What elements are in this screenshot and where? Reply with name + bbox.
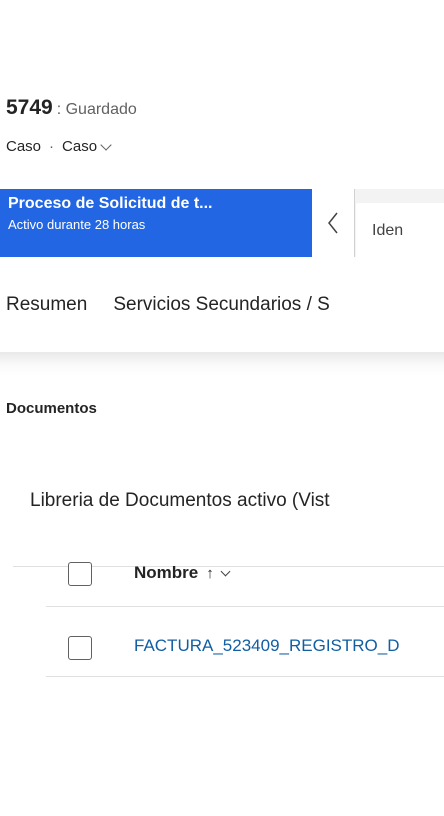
record-id: 5749: [6, 96, 53, 119]
process-stage-next[interactable]: Iden: [356, 203, 444, 257]
active-process-stage[interactable]: Proceso de Solicitud de t... Activo dura…: [0, 189, 312, 257]
section-title: Documentos: [6, 400, 97, 417]
select-all-checkbox[interactable]: [68, 562, 92, 586]
process-back-button[interactable]: [312, 189, 355, 257]
process-stage-duration: Activo durante 28 horas: [8, 217, 146, 232]
form-selector[interactable]: Caso: [62, 138, 112, 155]
tab-resumen[interactable]: Resumen: [6, 294, 87, 316]
chevron-down-icon: [220, 566, 231, 576]
tab-servicios-secundarios[interactable]: Servicios Secundarios / S: [113, 294, 330, 316]
process-stage-next-label: Iden: [372, 222, 404, 239]
record-header: 5749 : Guardado: [6, 96, 137, 120]
tab-divider: [0, 352, 444, 376]
view-selector[interactable]: Libreria de Documentos activo (Vist: [30, 490, 330, 512]
process-stage-name: Proceso de Solicitud de t...: [8, 195, 213, 212]
separator-dot: ·: [49, 138, 55, 155]
chevron-down-icon: [100, 138, 112, 151]
record-subtitle: Caso · Caso: [6, 138, 112, 155]
grid-row-divider: [46, 676, 444, 677]
column-header-label: Nombre: [134, 563, 199, 582]
grid-header-divider: [46, 606, 444, 607]
form-name: Caso: [62, 138, 98, 155]
column-header-nombre[interactable]: Nombre ↑: [134, 563, 231, 583]
form-tabs: Resumen Servicios Secundarios / S: [6, 294, 356, 316]
entity-name: Caso: [6, 138, 42, 155]
row-select-checkbox[interactable]: [68, 636, 92, 660]
sort-ascending-icon: ↑: [206, 564, 214, 582]
case-form: 5749 : Guardado Caso · Caso Proceso de S…: [0, 0, 444, 816]
document-link[interactable]: FACTURA_523409_REGISTRO_D: [134, 636, 400, 656]
save-status: : Guardado: [56, 101, 137, 118]
chevron-left-icon: [328, 212, 338, 234]
